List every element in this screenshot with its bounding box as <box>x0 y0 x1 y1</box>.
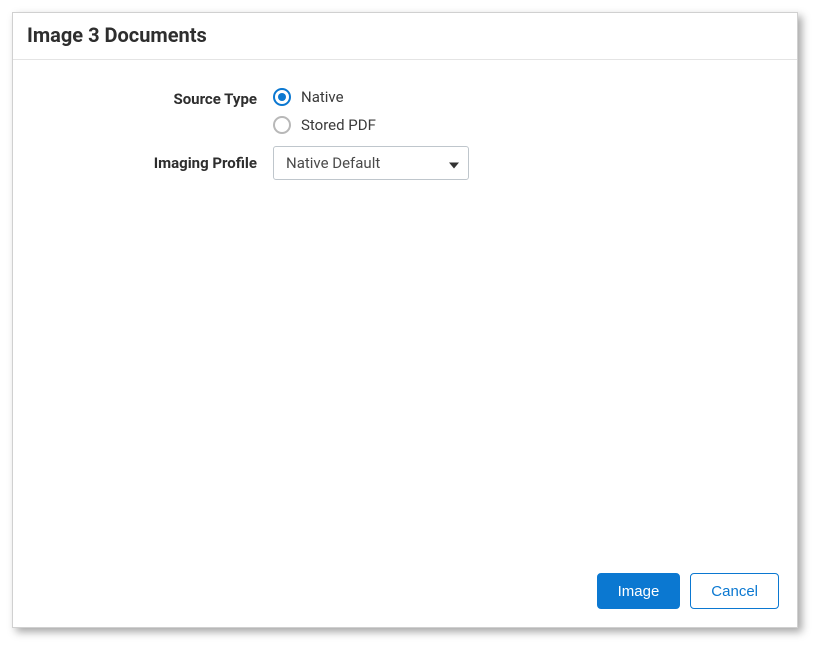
radio-native[interactable]: Native <box>273 88 777 106</box>
imaging-profile-select-wrap: Native Default <box>273 146 469 180</box>
radio-unchecked-icon <box>273 116 291 134</box>
imaging-profile-selected-value: Native Default <box>286 154 380 172</box>
source-type-label: Source Type <box>33 88 273 108</box>
image-documents-dialog: Image 3 Documents Source Type Native Sto… <box>12 12 798 628</box>
imaging-profile-control: Native Default <box>273 146 777 180</box>
imaging-profile-row: Imaging Profile Native Default <box>33 146 777 180</box>
radio-stored-pdf-label: Stored PDF <box>301 116 376 134</box>
source-type-row: Source Type Native Stored PDF <box>33 88 777 134</box>
radio-stored-pdf[interactable]: Stored PDF <box>273 116 777 134</box>
dialog-header: Image 3 Documents <box>13 13 797 60</box>
dialog-footer: Image Cancel <box>13 559 797 627</box>
dialog-body: Source Type Native Stored PDF <box>13 60 797 559</box>
source-type-radio-group: Native Stored PDF <box>273 88 777 134</box>
cancel-button[interactable]: Cancel <box>690 573 779 609</box>
radio-native-label: Native <box>301 88 344 106</box>
source-type-control: Native Stored PDF <box>273 88 777 134</box>
radio-checked-icon <box>273 88 291 106</box>
dialog-title: Image 3 Documents <box>27 23 783 47</box>
imaging-profile-select[interactable]: Native Default <box>273 146 469 180</box>
imaging-profile-label: Imaging Profile <box>33 146 273 172</box>
image-button[interactable]: Image <box>597 573 681 609</box>
